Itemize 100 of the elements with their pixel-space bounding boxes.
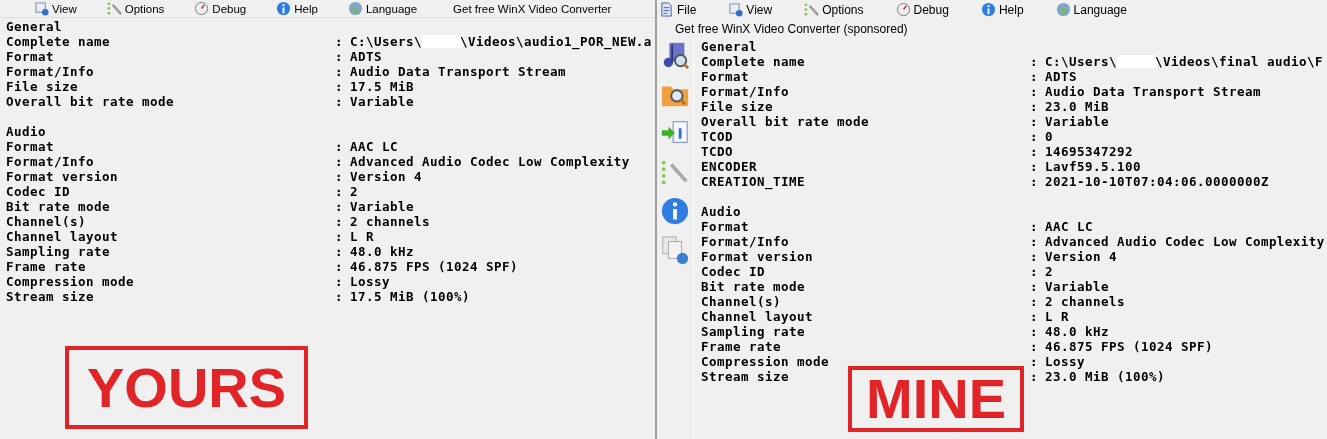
field-value: 48.0 kHz xyxy=(1045,324,1109,339)
field-label: Sampling rate xyxy=(701,324,806,339)
separator: : xyxy=(335,139,344,154)
field-label: Format xyxy=(701,219,750,234)
separator: : xyxy=(1030,309,1039,324)
field-label: Codec ID xyxy=(6,184,71,199)
field-value: AAC LC xyxy=(1045,219,1093,234)
field-label: File size xyxy=(701,99,774,114)
sheets-globe-icon[interactable] xyxy=(659,235,691,265)
field-value: 23.0 MiB (100%) xyxy=(1045,369,1165,384)
field-value: Lavf59.5.100 xyxy=(1045,159,1141,174)
field-label: Format xyxy=(6,49,55,64)
menu-item[interactable]: Debug xyxy=(194,0,247,17)
field-value: 2 channels xyxy=(350,214,430,229)
separator: : xyxy=(335,64,344,79)
section-title: General xyxy=(6,19,62,34)
menu-item[interactable]: Help xyxy=(980,0,1024,19)
field-value: Lossy xyxy=(1045,354,1085,369)
menu-item[interactable]: File xyxy=(659,0,697,19)
field-value: 2 xyxy=(350,184,358,199)
field-label: TCDO xyxy=(701,144,734,159)
field-label: Stream size xyxy=(6,289,95,304)
separator: : xyxy=(1030,354,1039,369)
menu-item[interactable]: Language xyxy=(347,0,418,17)
wrench-icon xyxy=(106,1,122,16)
globe-icon xyxy=(1055,2,1071,17)
field-value: L R xyxy=(1045,309,1069,324)
field-label: Bit rate mode xyxy=(6,199,111,214)
field-value: C:\Users\ xyxy=(350,34,422,49)
separator: : xyxy=(1030,219,1039,234)
field-value: 2 xyxy=(1045,264,1053,279)
separator: : xyxy=(1030,294,1039,309)
field-value: Variable xyxy=(1045,279,1109,294)
field-value: ADTS xyxy=(350,49,382,64)
field-label: Codec ID xyxy=(701,264,766,279)
menu-item[interactable]: Language xyxy=(1055,0,1127,19)
menu-item[interactable]: View xyxy=(728,0,773,19)
separator: : xyxy=(1030,69,1039,84)
field-label: Frame rate xyxy=(701,339,782,354)
info-icon xyxy=(980,2,996,17)
field-value: Advanced Audio Codec Low Complexity xyxy=(350,154,630,169)
menu-item[interactable]: Debug xyxy=(895,0,949,19)
separator: : xyxy=(1030,99,1039,114)
field-label: Format/Info xyxy=(6,154,95,169)
separator: : xyxy=(1030,234,1039,249)
field-value: Lossy xyxy=(350,274,390,289)
globe-icon xyxy=(347,1,363,16)
field-value: Audio Data Transport Stream xyxy=(1045,84,1261,99)
separator: : xyxy=(1030,369,1039,384)
separator: : xyxy=(335,34,344,49)
field-value: Variable xyxy=(350,199,414,214)
separator: : xyxy=(1030,249,1039,264)
field-label: Overall bit rate mode xyxy=(6,94,175,109)
info-icon xyxy=(276,1,292,16)
field-label: Compression mode xyxy=(6,274,135,289)
separator: : xyxy=(335,49,344,64)
field-label: Stream size xyxy=(701,369,790,384)
separator: : xyxy=(335,184,344,199)
info-icon[interactable] xyxy=(659,196,691,226)
separator: : xyxy=(1030,159,1039,174)
sponsor-link[interactable]: Get free WinX Video Converter (sponsored) xyxy=(675,21,908,36)
separator: : xyxy=(1030,114,1039,129)
field-value: 46.875 FPS (1024 SPF) xyxy=(350,259,518,274)
menu-item[interactable]: View xyxy=(34,0,77,17)
menu-item[interactable]: Options xyxy=(106,0,165,17)
field-label: Frame rate xyxy=(6,259,87,274)
field-label: Format version xyxy=(6,169,119,184)
wrench-icon xyxy=(804,2,820,17)
separator: : xyxy=(335,154,344,169)
field-value: L R xyxy=(350,229,374,244)
separator: : xyxy=(1030,324,1039,339)
field-value: \Videos\audio1_POR_NEW.a xyxy=(459,34,652,49)
field-label: TCOD xyxy=(701,129,734,144)
field-label: Format/Info xyxy=(701,84,790,99)
annotation-label: MINE xyxy=(848,366,1024,432)
field-label: Sampling rate xyxy=(6,244,111,259)
field-value: Variable xyxy=(350,94,414,109)
separator: : xyxy=(1030,339,1039,354)
field-label: Format/Info xyxy=(6,64,95,79)
field-value: Audio Data Transport Stream xyxy=(350,64,566,79)
field-value: \Videos\final audio\F xyxy=(1154,54,1323,69)
separator: : xyxy=(1030,279,1039,294)
menu-item[interactable]: Options xyxy=(804,0,864,19)
separator: : xyxy=(335,289,344,304)
separator: : xyxy=(1030,129,1039,144)
field-label: Overall bit rate mode xyxy=(701,114,870,129)
separator: : xyxy=(335,244,344,259)
field-value: Version 4 xyxy=(1045,249,1117,264)
separator: : xyxy=(335,229,344,244)
menu-item[interactable]: Help xyxy=(276,0,318,17)
field-value: ADTS xyxy=(1045,69,1077,84)
field-label: Channel layout xyxy=(701,309,814,324)
field-value: 0 xyxy=(1045,129,1053,144)
field-value: 2 channels xyxy=(1045,294,1125,309)
field-label: Compression mode xyxy=(701,354,830,369)
separator: : xyxy=(1030,84,1039,99)
field-value: Advanced Audio Codec Low Complexity xyxy=(1045,234,1325,249)
sponsor-link[interactable]: Get free WinX Video Converter xyxy=(453,2,612,15)
separator: : xyxy=(335,274,344,289)
field-value: 23.0 MiB xyxy=(1045,99,1109,114)
